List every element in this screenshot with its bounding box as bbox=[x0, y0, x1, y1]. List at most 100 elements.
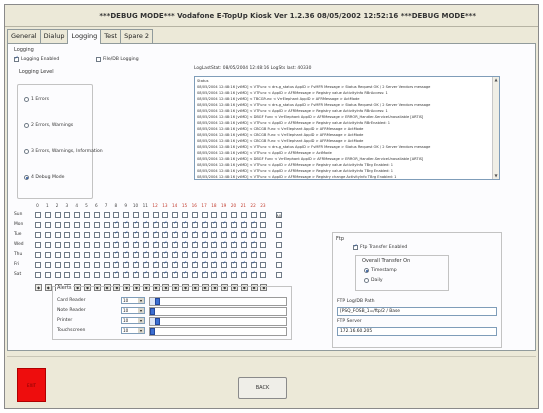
schedule-checkbox[interactable] bbox=[35, 232, 41, 238]
schedule-checkbox[interactable] bbox=[93, 232, 100, 238]
schedule-checkbox[interactable] bbox=[221, 220, 228, 228]
row-all-checkbox[interactable] bbox=[276, 272, 283, 278]
schedule-checkbox[interactable] bbox=[182, 220, 188, 228]
schedule-checkbox[interactable] bbox=[162, 270, 169, 278]
checkbox-box[interactable] bbox=[353, 243, 358, 250]
schedule-checkbox[interactable] bbox=[123, 260, 130, 268]
schedule-checkbox[interactable] bbox=[54, 232, 61, 238]
schedule-checkbox[interactable] bbox=[74, 212, 81, 218]
tab-dialup[interactable]: Dialup bbox=[39, 29, 69, 43]
schedule-checkbox[interactable] bbox=[133, 260, 139, 268]
schedule-checkbox[interactable] bbox=[74, 262, 81, 268]
log-level-option[interactable]: 2 Errors, Warnings bbox=[24, 123, 73, 129]
schedule-checkbox[interactable] bbox=[221, 240, 228, 248]
schedule-checkbox[interactable] bbox=[84, 212, 90, 218]
schedule-checkbox[interactable] bbox=[260, 262, 267, 268]
schedule-checkbox[interactable] bbox=[113, 212, 120, 218]
schedule-checkbox[interactable] bbox=[231, 270, 237, 278]
schedule-checkbox[interactable] bbox=[93, 262, 100, 268]
schedule-checkbox[interactable] bbox=[123, 212, 130, 218]
schedule-checkbox[interactable] bbox=[103, 262, 110, 268]
row-all-checkbox[interactable] bbox=[276, 242, 283, 248]
schedule-checkbox[interactable] bbox=[93, 252, 100, 258]
alert-slider[interactable] bbox=[149, 317, 287, 326]
schedule-checkbox[interactable] bbox=[93, 242, 100, 248]
schedule-checkbox[interactable] bbox=[231, 240, 237, 248]
schedule-checkbox[interactable] bbox=[231, 250, 237, 258]
log-level-option[interactable]: 1 Errors bbox=[24, 97, 49, 103]
log-textarea[interactable]: Status 08/05/2004 12:48:16 [vtMD] < VTFun… bbox=[194, 76, 500, 180]
alert-slider[interactable] bbox=[149, 307, 287, 316]
exit-button[interactable]: EXIT bbox=[17, 368, 46, 402]
schedule-checkbox[interactable] bbox=[113, 220, 120, 228]
schedule-checkbox[interactable] bbox=[201, 260, 208, 268]
slider-thumb[interactable] bbox=[155, 318, 160, 325]
alert-threshold-select[interactable]: 10 bbox=[121, 317, 145, 324]
schedule-checkbox[interactable] bbox=[35, 212, 41, 218]
schedule-checkbox[interactable] bbox=[54, 262, 61, 268]
schedule-checkbox[interactable] bbox=[103, 272, 110, 278]
schedule-checkbox[interactable] bbox=[260, 252, 267, 258]
schedule-checkbox[interactable] bbox=[35, 262, 41, 268]
transfer-option[interactable]: Daily bbox=[364, 278, 383, 284]
schedule-checkbox[interactable] bbox=[74, 242, 81, 248]
schedule-checkbox[interactable] bbox=[162, 260, 169, 268]
schedule-checkbox[interactable] bbox=[44, 252, 51, 258]
schedule-checkbox[interactable] bbox=[93, 272, 100, 278]
schedule-checkbox[interactable] bbox=[152, 250, 159, 258]
schedule-checkbox[interactable] bbox=[74, 222, 81, 228]
schedule-checkbox[interactable] bbox=[44, 232, 51, 238]
schedule-checkbox[interactable] bbox=[250, 220, 257, 228]
schedule-checkbox[interactable] bbox=[191, 260, 198, 268]
schedule-checkbox[interactable] bbox=[123, 270, 130, 278]
schedule-checkbox[interactable] bbox=[64, 262, 71, 268]
schedule-checkbox[interactable] bbox=[152, 240, 159, 248]
radio-button[interactable] bbox=[24, 175, 29, 180]
schedule-checkbox[interactable] bbox=[201, 220, 208, 228]
schedule-checkbox[interactable] bbox=[54, 252, 61, 258]
schedule-checkbox[interactable] bbox=[191, 212, 198, 218]
schedule-checkbox[interactable] bbox=[172, 250, 179, 258]
schedule-checkbox[interactable] bbox=[64, 252, 71, 258]
schedule-checkbox[interactable] bbox=[84, 252, 90, 258]
schedule-checkbox[interactable] bbox=[142, 260, 149, 268]
schedule-checkbox[interactable] bbox=[211, 220, 218, 228]
schedule-checkbox[interactable] bbox=[93, 212, 100, 218]
schedule-checkbox[interactable] bbox=[240, 250, 247, 258]
schedule-checkbox[interactable] bbox=[35, 242, 41, 248]
schedule-checkbox[interactable] bbox=[152, 220, 159, 228]
schedule-checkbox[interactable] bbox=[250, 270, 257, 278]
schedule-checkbox[interactable] bbox=[221, 212, 228, 218]
schedule-checkbox[interactable] bbox=[172, 240, 179, 248]
log-level-option[interactable]: 4 Debug Mode bbox=[24, 175, 64, 181]
schedule-checkbox[interactable] bbox=[142, 212, 149, 218]
schedule-checkbox[interactable] bbox=[162, 230, 169, 238]
schedule-checkbox[interactable] bbox=[211, 212, 218, 218]
schedule-checkbox[interactable] bbox=[152, 230, 159, 238]
schedule-checkbox[interactable] bbox=[211, 260, 218, 268]
schedule-checkbox[interactable] bbox=[240, 260, 247, 268]
schedule-checkbox[interactable] bbox=[211, 230, 218, 238]
schedule-checkbox[interactable] bbox=[103, 242, 110, 248]
back-button[interactable]: BACK bbox=[238, 377, 287, 399]
schedule-checkbox[interactable] bbox=[93, 222, 100, 228]
schedule-checkbox[interactable] bbox=[113, 230, 120, 238]
schedule-checkbox[interactable] bbox=[260, 212, 267, 218]
schedule-checkbox[interactable] bbox=[64, 222, 71, 228]
schedule-checkbox[interactable] bbox=[44, 242, 51, 248]
schedule-checkbox[interactable] bbox=[211, 270, 218, 278]
schedule-checkbox[interactable] bbox=[260, 232, 267, 238]
schedule-checkbox[interactable] bbox=[103, 232, 110, 238]
tab-general[interactable]: General bbox=[7, 29, 41, 43]
slider-thumb[interactable] bbox=[150, 328, 155, 335]
schedule-checkbox[interactable] bbox=[64, 232, 71, 238]
schedule-checkbox[interactable] bbox=[240, 212, 247, 218]
transfer-option[interactable]: Timestamp bbox=[364, 268, 397, 274]
schedule-checkbox[interactable] bbox=[133, 250, 139, 258]
ftp-path-field[interactable]: [PSQ_FOSB_1=/ftp/2 / Base bbox=[337, 307, 497, 316]
schedule-checkbox[interactable] bbox=[172, 220, 179, 228]
row-all-checkbox[interactable] bbox=[276, 262, 283, 268]
schedule-checkbox[interactable] bbox=[201, 230, 208, 238]
radio-button[interactable] bbox=[24, 149, 29, 154]
ftp-enabled-checkbox[interactable]: Ftp Transfer Enabled bbox=[353, 243, 407, 251]
